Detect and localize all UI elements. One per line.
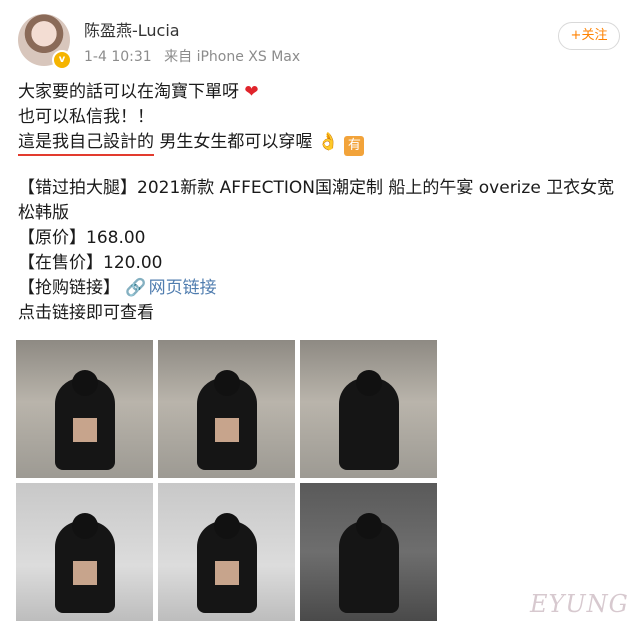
photo-2[interactable] (158, 340, 295, 478)
post-line-1: 大家要的話可以在淘寶下單呀 (18, 82, 239, 102)
watermark: EYUNG (530, 590, 629, 618)
photo-4[interactable] (16, 483, 153, 621)
original-price: 【原价】168.00 (18, 228, 146, 248)
web-link[interactable]: 🔗 网页链接 (125, 278, 216, 298)
photo-6[interactable] (300, 483, 437, 621)
ok-hand-icon: 👌 (317, 132, 339, 152)
sale-price: 【在售价】120.00 (18, 253, 163, 273)
follow-button[interactable]: +关注 (558, 22, 620, 50)
photo-5[interactable] (158, 483, 295, 621)
username[interactable]: 陈盈燕-Lucia (84, 17, 180, 41)
you-emoji-icon: 有 (344, 136, 365, 156)
post-meta: 1-4 10:31 来自 iPhone XS Max (84, 46, 300, 66)
photo-1[interactable] (16, 340, 153, 478)
post-text: 大家要的話可以在淘寶下單呀 ❤ 也可以私信我！！ 這是我自己設計的 男生女生都可… (18, 80, 618, 326)
web-link-label: 网页链接 (148, 278, 217, 298)
product-title: 【错过拍大腿】2021新款 AFFECTION国潮定制 船上的午宴 overiz… (18, 178, 615, 223)
post-line-3-rest: 男生女生都可以穿喔 (159, 132, 313, 152)
heart-icon: ❤ (244, 82, 259, 102)
post-line-3-underlined: 這是我自己設計的 (18, 132, 154, 156)
photo-grid (16, 340, 437, 621)
post-time: 1-4 10:31 (84, 49, 152, 65)
link-icon: 🔗 (125, 278, 147, 298)
purchase-label: 【抢购链接】 (18, 278, 120, 298)
verified-badge-icon: v (52, 50, 72, 70)
post-line-2: 也可以私信我！！ (18, 107, 154, 127)
photo-3[interactable] (300, 340, 437, 478)
click-hint: 点击链接即可查看 (18, 303, 154, 323)
post-source: 来自 iPhone XS Max (164, 49, 301, 65)
